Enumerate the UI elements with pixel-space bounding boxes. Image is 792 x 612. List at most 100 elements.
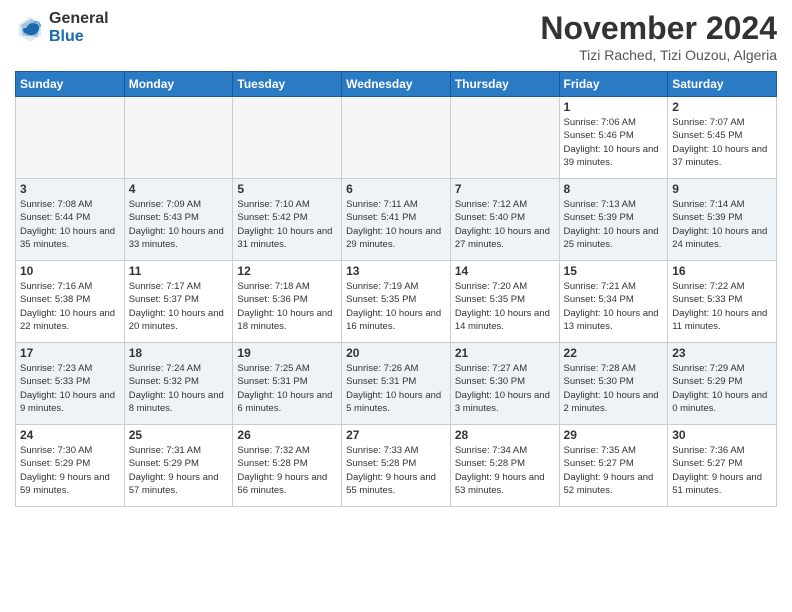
day-number: 23 — [672, 346, 772, 360]
title-block: November 2024 Tizi Rached, Tizi Ouzou, A… — [540, 10, 777, 63]
calendar-header-row: Sunday Monday Tuesday Wednesday Thursday… — [16, 72, 777, 97]
header-tuesday: Tuesday — [233, 72, 342, 97]
day-info: Sunrise: 7:22 AM Sunset: 5:33 PM Dayligh… — [672, 280, 772, 333]
header-friday: Friday — [559, 72, 668, 97]
day-number: 16 — [672, 264, 772, 278]
day-info: Sunrise: 7:09 AM Sunset: 5:43 PM Dayligh… — [129, 198, 229, 251]
day-number: 7 — [455, 182, 555, 196]
calendar-week-row: 1 Sunrise: 7:06 AM Sunset: 5:46 PM Daylig… — [16, 97, 777, 179]
table-row: 23 Sunrise: 7:29 AM Sunset: 5:29 PM Dayli… — [668, 343, 777, 425]
day-info: Sunrise: 7:19 AM Sunset: 5:35 PM Dayligh… — [346, 280, 446, 333]
day-number: 25 — [129, 428, 229, 442]
day-number: 30 — [672, 428, 772, 442]
day-number: 22 — [564, 346, 664, 360]
day-info: Sunrise: 7:30 AM Sunset: 5:29 PM Dayligh… — [20, 444, 120, 497]
day-info: Sunrise: 7:18 AM Sunset: 5:36 PM Dayligh… — [237, 280, 337, 333]
day-info: Sunrise: 7:21 AM Sunset: 5:34 PM Dayligh… — [564, 280, 664, 333]
day-number: 13 — [346, 264, 446, 278]
table-row: 27Sunrise: 7:33 AM Sunset: 5:28 PM Dayli… — [342, 425, 451, 507]
calendar-table: Sunday Monday Tuesday Wednesday Thursday… — [15, 71, 777, 507]
table-row: 9 Sunrise: 7:14 AM Sunset: 5:39 PM Daylig… — [668, 179, 777, 261]
day-info: Sunrise: 7:35 AM Sunset: 5:27 PM Dayligh… — [564, 444, 664, 497]
table-row: 2 Sunrise: 7:07 AM Sunset: 5:45 PM Daylig… — [668, 97, 777, 179]
day-number: 3 — [20, 182, 120, 196]
day-info: Sunrise: 7:10 AM Sunset: 5:42 PM Dayligh… — [237, 198, 337, 251]
day-info: Sunrise: 7:27 AM Sunset: 5:30 PM Dayligh… — [455, 362, 555, 415]
table-row: 14 Sunrise: 7:20 AM Sunset: 5:35 PM Dayli… — [450, 261, 559, 343]
table-row: 25 Sunrise: 7:31 AM Sunset: 5:29 PM Dayli… — [124, 425, 233, 507]
calendar-week-row: 3 Sunrise: 7:08 AM Sunset: 5:44 PM Daylig… — [16, 179, 777, 261]
day-info: Sunrise: 7:06 AM Sunset: 5:46 PM Dayligh… — [564, 116, 664, 169]
day-number: 9 — [672, 182, 772, 196]
day-number: 15 — [564, 264, 664, 278]
day-number: 26 — [237, 428, 337, 442]
day-number: 2 — [672, 100, 772, 114]
table-row: 4 Sunrise: 7:09 AM Sunset: 5:43 PM Daylig… — [124, 179, 233, 261]
day-number: 4 — [129, 182, 229, 196]
table-row: 30 Sunrise: 7:36 AM Sunset: 5:27 PM Dayli… — [668, 425, 777, 507]
day-number: 10 — [20, 264, 120, 278]
header-wednesday: Wednesday — [342, 72, 451, 97]
table-row: 20Sunrise: 7:26 AM Sunset: 5:31 PM Dayli… — [342, 343, 451, 425]
table-row: 15 Sunrise: 7:21 AM Sunset: 5:34 PM Dayli… — [559, 261, 668, 343]
day-number: 6 — [346, 182, 446, 196]
page: General Blue November 2024 Tizi Rached, … — [0, 0, 792, 612]
day-number: 27 — [346, 428, 446, 442]
header-sunday: Sunday — [16, 72, 125, 97]
day-info: Sunrise: 7:12 AM Sunset: 5:40 PM Dayligh… — [455, 198, 555, 251]
day-info: Sunrise: 7:34 AM Sunset: 5:28 PM Dayligh… — [455, 444, 555, 497]
logo-blue-text: Blue — [49, 28, 109, 46]
day-info: Sunrise: 7:28 AM Sunset: 5:30 PM Dayligh… — [564, 362, 664, 415]
day-number: 8 — [564, 182, 664, 196]
day-number: 11 — [129, 264, 229, 278]
calendar-week-row: 24Sunrise: 7:30 AM Sunset: 5:29 PM Dayli… — [16, 425, 777, 507]
month-title: November 2024 — [540, 10, 777, 47]
table-row: 11 Sunrise: 7:17 AM Sunset: 5:37 PM Dayli… — [124, 261, 233, 343]
table-row — [450, 97, 559, 179]
table-row: 12 Sunrise: 7:18 AM Sunset: 5:36 PM Dayli… — [233, 261, 342, 343]
day-info: Sunrise: 7:17 AM Sunset: 5:37 PM Dayligh… — [129, 280, 229, 333]
table-row: 1 Sunrise: 7:06 AM Sunset: 5:46 PM Daylig… — [559, 97, 668, 179]
logo-text: General Blue — [49, 10, 109, 45]
day-number: 14 — [455, 264, 555, 278]
calendar-week-row: 10 Sunrise: 7:16 AM Sunset: 5:38 PM Dayli… — [16, 261, 777, 343]
table-row: 3 Sunrise: 7:08 AM Sunset: 5:44 PM Daylig… — [16, 179, 125, 261]
table-row: 21Sunrise: 7:27 AM Sunset: 5:30 PM Dayli… — [450, 343, 559, 425]
table-row: 16 Sunrise: 7:22 AM Sunset: 5:33 PM Dayli… — [668, 261, 777, 343]
calendar-week-row: 17Sunrise: 7:23 AM Sunset: 5:33 PM Dayli… — [16, 343, 777, 425]
table-row: 8 Sunrise: 7:13 AM Sunset: 5:39 PM Daylig… — [559, 179, 668, 261]
day-info: Sunrise: 7:20 AM Sunset: 5:35 PM Dayligh… — [455, 280, 555, 333]
day-number: 12 — [237, 264, 337, 278]
header-thursday: Thursday — [450, 72, 559, 97]
day-number: 1 — [564, 100, 664, 114]
day-number: 17 — [20, 346, 120, 360]
day-info: Sunrise: 7:08 AM Sunset: 5:44 PM Dayligh… — [20, 198, 120, 251]
day-info: Sunrise: 7:13 AM Sunset: 5:39 PM Dayligh… — [564, 198, 664, 251]
day-number: 20 — [346, 346, 446, 360]
table-row: 24Sunrise: 7:30 AM Sunset: 5:29 PM Dayli… — [16, 425, 125, 507]
day-info: Sunrise: 7:36 AM Sunset: 5:27 PM Dayligh… — [672, 444, 772, 497]
day-info: Sunrise: 7:16 AM Sunset: 5:38 PM Dayligh… — [20, 280, 120, 333]
day-info: Sunrise: 7:31 AM Sunset: 5:29 PM Dayligh… — [129, 444, 229, 497]
table-row: 10 Sunrise: 7:16 AM Sunset: 5:38 PM Dayli… — [16, 261, 125, 343]
logo: General Blue — [15, 10, 109, 45]
header-saturday: Saturday — [668, 72, 777, 97]
table-row: 6 Sunrise: 7:11 AM Sunset: 5:41 PM Daylig… — [342, 179, 451, 261]
day-number: 18 — [129, 346, 229, 360]
table-row — [16, 97, 125, 179]
day-info: Sunrise: 7:14 AM Sunset: 5:39 PM Dayligh… — [672, 198, 772, 251]
logo-general-text: General — [49, 10, 109, 28]
day-number: 28 — [455, 428, 555, 442]
table-row: 28 Sunrise: 7:34 AM Sunset: 5:28 PM Dayli… — [450, 425, 559, 507]
header: General Blue November 2024 Tizi Rached, … — [15, 10, 777, 63]
day-info: Sunrise: 7:11 AM Sunset: 5:41 PM Dayligh… — [346, 198, 446, 251]
day-info: Sunrise: 7:29 AM Sunset: 5:29 PM Dayligh… — [672, 362, 772, 415]
table-row: 22 Sunrise: 7:28 AM Sunset: 5:30 PM Dayli… — [559, 343, 668, 425]
day-number: 5 — [237, 182, 337, 196]
table-row: 19Sunrise: 7:25 AM Sunset: 5:31 PM Dayli… — [233, 343, 342, 425]
table-row — [342, 97, 451, 179]
day-info: Sunrise: 7:07 AM Sunset: 5:45 PM Dayligh… — [672, 116, 772, 169]
table-row: 7 Sunrise: 7:12 AM Sunset: 5:40 PM Daylig… — [450, 179, 559, 261]
table-row — [233, 97, 342, 179]
table-row: 18Sunrise: 7:24 AM Sunset: 5:32 PM Dayli… — [124, 343, 233, 425]
